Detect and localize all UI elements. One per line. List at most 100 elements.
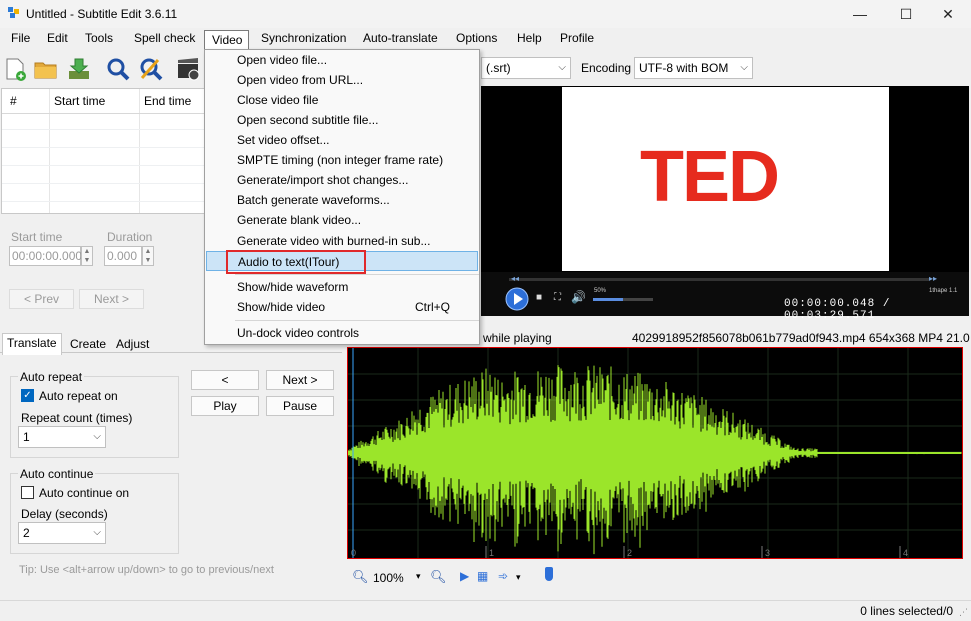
ruler-mark: 4 xyxy=(903,548,908,558)
menu-shot-changes[interactable]: Generate/import shot changes... xyxy=(206,170,478,190)
menu-video-label: Video xyxy=(212,33,243,47)
new-file-icon[interactable] xyxy=(2,56,28,82)
ruler-mark: 2 xyxy=(627,548,632,558)
menu-open-second-subtitle[interactable]: Open second subtitle file... xyxy=(206,110,478,130)
auto-repeat-title: Auto repeat xyxy=(18,370,85,384)
menu-show-hide-waveform[interactable]: Show/hide waveform xyxy=(206,277,478,297)
duration-input[interactable]: 0.000 xyxy=(104,246,142,266)
play-button[interactable]: Play xyxy=(191,396,259,416)
menu-spell-check[interactable]: Spell check xyxy=(134,31,195,45)
delay-label: Delay (seconds) xyxy=(21,507,108,521)
grid-row-line xyxy=(2,129,204,130)
ruler-mark: 1 xyxy=(489,548,494,558)
next-line-button[interactable]: Next > xyxy=(266,370,334,390)
replace-icon[interactable] xyxy=(138,56,164,82)
tab-translate[interactable]: Translate xyxy=(2,333,62,355)
encoding-select[interactable]: UTF-8 with BOM ⌵ xyxy=(634,57,753,79)
resize-grip-icon[interactable]: ⋰ xyxy=(959,607,968,618)
grid-row-line xyxy=(2,201,204,202)
menu-file[interactable]: File xyxy=(11,31,30,45)
auto-repeat-checkbox[interactable]: ✓ xyxy=(21,389,34,402)
chevron-down-icon[interactable]: ▾ xyxy=(416,571,421,582)
menu-smpte-timing[interactable]: SMPTE timing (non integer frame rate) xyxy=(206,150,478,170)
menu-undock-video-controls[interactable]: Un-dock video controls xyxy=(206,323,478,343)
menu-burned-in-sub[interactable]: Generate video with burned-in sub... xyxy=(206,231,478,251)
repeat-count-select[interactable]: 1 ⌵ xyxy=(18,426,106,448)
volume-icon[interactable]: 🔊 xyxy=(571,290,586,304)
chevron-down-icon: ⌵ xyxy=(740,62,748,73)
chevron-down-icon: ⌵ xyxy=(93,527,101,538)
menu-item-label: Generate video with burned-in sub... xyxy=(237,234,431,248)
chevron-down-icon: ⌵ xyxy=(558,62,566,73)
menu-batch-waveforms[interactable]: Batch generate waveforms... xyxy=(206,190,478,210)
menu-close-video-file[interactable]: Close video file xyxy=(206,90,478,110)
grid-col-start[interactable]: Start time xyxy=(54,89,105,113)
menu-help[interactable]: Help xyxy=(517,31,542,45)
start-time-input[interactable]: 00:00:00.000 xyxy=(9,246,82,266)
menu-open-video-from-url[interactable]: Open video from URL... xyxy=(206,70,478,90)
zoom-in-icon[interactable]: 🔍︎ xyxy=(430,569,447,585)
auto-continue-on-label: Auto continue on xyxy=(39,486,130,500)
grid-divider xyxy=(139,89,140,213)
open-folder-icon[interactable] xyxy=(33,56,59,82)
menu-tools[interactable]: Tools xyxy=(85,31,113,45)
pause-button[interactable]: Pause xyxy=(266,396,334,416)
menu-show-hide-video[interactable]: Show/hide video Ctrl+Q xyxy=(206,297,478,317)
forward-icon[interactable]: ➾ xyxy=(498,569,508,583)
fullscreen-icon[interactable]: ⛶ xyxy=(554,292,561,303)
next-button[interactable]: Next > xyxy=(79,289,144,309)
grid-col-number[interactable]: # xyxy=(10,89,17,113)
forward-icon[interactable]: ▸▸ xyxy=(929,274,937,283)
video-menu-dropdown: Open video file... Open video from URL..… xyxy=(204,49,480,345)
chevron-down-icon[interactable]: ▾ xyxy=(516,572,521,583)
stop-icon[interactable]: ■ xyxy=(536,292,542,303)
menu-auto-translate[interactable]: Auto-translate xyxy=(363,31,438,45)
auto-continue-checkbox[interactable] xyxy=(21,486,34,499)
close-button[interactable]: ✕ xyxy=(925,0,971,28)
play-icon[interactable] xyxy=(505,287,529,311)
menu-set-video-offset[interactable]: Set video offset... xyxy=(206,130,478,150)
lines-selected-status: 0 lines selected/0 xyxy=(860,604,953,618)
menu-item-label: Open second subtitle file... xyxy=(237,113,379,127)
repeat-count-label: Repeat count (times) xyxy=(21,411,133,425)
waveform-signal xyxy=(348,365,962,555)
prev-line-button[interactable]: < xyxy=(191,370,259,390)
start-time-spinner[interactable]: ▲ ▼ xyxy=(81,246,93,266)
volume-slider[interactable] xyxy=(593,298,653,301)
grid-toggle-icon[interactable]: ▦ xyxy=(477,569,488,583)
menu-profile[interactable]: Profile xyxy=(560,31,594,45)
search-icon[interactable] xyxy=(105,56,131,82)
save-download-icon[interactable] xyxy=(66,56,92,82)
menu-open-video-file[interactable]: Open video file... xyxy=(206,50,478,70)
menu-item-label: Batch generate waveforms... xyxy=(237,193,390,207)
ruler-mark: 3 xyxy=(765,548,770,558)
waveform-panel[interactable]: 0 1 2 3 4 xyxy=(347,347,963,559)
zoom-value[interactable]: 100% xyxy=(373,571,404,585)
rewind-icon[interactable]: ◂◂ xyxy=(511,274,519,283)
minimize-button[interactable]: — xyxy=(837,0,883,28)
prev-button[interactable]: < Prev xyxy=(9,289,74,309)
menu-video[interactable]: Video xyxy=(204,30,249,50)
menu-synchronization[interactable]: Synchronization xyxy=(261,31,346,45)
tab-adjust[interactable]: Adjust xyxy=(112,335,153,355)
menu-item-label: Show/hide video xyxy=(237,300,326,314)
seek-bar[interactable] xyxy=(509,278,929,281)
menu-options[interactable]: Options xyxy=(456,31,497,45)
tab-create[interactable]: Create xyxy=(66,335,110,355)
menu-item-label: Open video file... xyxy=(237,53,328,67)
delay-select[interactable]: 2 ⌵ xyxy=(18,522,106,544)
zoom-out-icon[interactable]: 🔍︎ xyxy=(352,569,369,585)
subtitle-grid[interactable]: # Start time End time xyxy=(1,88,205,214)
play-selection-icon[interactable]: ▶ xyxy=(460,569,469,583)
video-clapper-icon[interactable] xyxy=(176,56,202,82)
menu-generate-blank-video[interactable]: Generate blank video... xyxy=(206,210,478,230)
ted-logo: TED xyxy=(640,137,780,217)
menu-edit[interactable]: Edit xyxy=(47,31,68,45)
duration-spinner[interactable]: ▲ ▼ xyxy=(142,246,154,266)
grid-col-end[interactable]: End time xyxy=(144,89,191,113)
auto-repeat-on-label: Auto repeat on xyxy=(39,389,118,403)
maximize-button[interactable]: ☐ xyxy=(883,0,929,28)
position-slider-thumb[interactable] xyxy=(545,567,553,581)
format-select[interactable]: (.srt) ⌵ xyxy=(481,57,571,79)
grid-header-line xyxy=(2,113,204,114)
